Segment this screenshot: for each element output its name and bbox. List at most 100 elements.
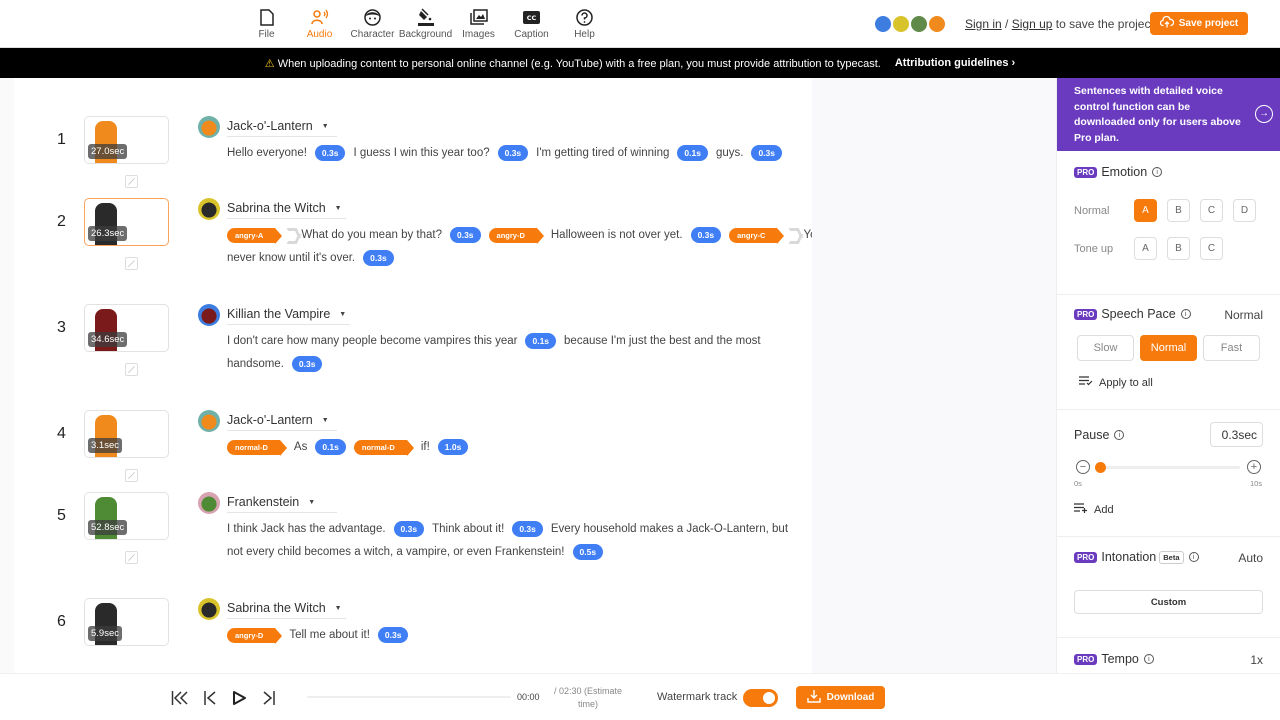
sign-up-link[interactable]: Sign up xyxy=(1012,17,1053,31)
save-project-button[interactable]: Save project xyxy=(1150,12,1248,35)
sentence-text[interactable]: I think Jack has the advantage. xyxy=(227,523,386,535)
pause-chip[interactable]: 0.5s xyxy=(572,544,604,560)
sentence-text[interactable]: Hello everyone! xyxy=(227,147,307,159)
nav-help[interactable]: Help xyxy=(558,0,611,48)
play-button[interactable] xyxy=(229,688,249,708)
pause-chip[interactable]: 0.3s xyxy=(393,521,425,537)
script-line[interactable]: angry-D Tell me about it! 0.3s xyxy=(227,627,416,644)
info-icon[interactable]: i xyxy=(1180,309,1191,319)
skip-to-start-button[interactable] xyxy=(170,688,190,708)
emotion-tag[interactable]: angry-C xyxy=(729,227,785,244)
emotion-option-toneup-c[interactable]: C xyxy=(1200,237,1223,260)
scene-checkbox[interactable] xyxy=(125,551,138,564)
pause-chip[interactable]: 1.0s xyxy=(437,439,469,455)
emotion-option-normal-b[interactable]: B xyxy=(1167,199,1190,222)
emotion-option-normal-c[interactable]: C xyxy=(1200,199,1223,222)
emotion-option-toneup-a[interactable]: A xyxy=(1134,237,1157,260)
pause-chip[interactable]: 0.1s xyxy=(525,333,557,349)
pause-chip[interactable]: 0.1s xyxy=(315,439,346,455)
sentence-text[interactable]: guys. xyxy=(716,147,744,159)
info-icon[interactable]: i xyxy=(1114,430,1125,440)
info-icon[interactable]: i xyxy=(1152,167,1163,177)
speaker-name[interactable]: Jack-o'-Lantern ▼ xyxy=(227,117,337,137)
pause-chip[interactable]: 0.3s xyxy=(291,356,323,372)
scene-thumbnail[interactable]: 3.1sec xyxy=(84,410,169,458)
pause-slider-handle[interactable] xyxy=(1095,462,1107,473)
sentence-text[interactable]: As xyxy=(294,441,307,453)
speaker-selector[interactable]: Sabrina the Witch ▼ xyxy=(198,198,346,220)
sentence-text[interactable]: You xyxy=(803,229,812,241)
scene-thumbnail[interactable]: 52.8sec xyxy=(84,492,169,540)
script-line[interactable]: normal-D As 0.1s normal-D if! 1.0s xyxy=(227,439,476,456)
sentence-text[interactable]: never know until it's over. xyxy=(227,252,355,264)
pace-slow-button[interactable]: Slow xyxy=(1077,335,1134,361)
script-line[interactable]: Hello everyone! 0.3s I guess I win this ye… xyxy=(227,145,790,161)
pause-chip[interactable]: 0.3s xyxy=(363,250,394,266)
scene-checkbox[interactable] xyxy=(125,363,138,376)
watermark-toggle[interactable] xyxy=(743,689,778,707)
scene-checkbox[interactable] xyxy=(125,469,138,482)
sentence-text[interactable]: if! xyxy=(421,441,430,453)
scene-checkbox[interactable] xyxy=(125,257,138,270)
emotion-option-normal-a[interactable]: A xyxy=(1134,199,1157,222)
speaker-name[interactable]: Jack-o'-Lantern ▼ xyxy=(227,411,337,431)
pause-chip[interactable]: 0.1s xyxy=(677,145,708,161)
emotion-option-normal-d[interactable]: D xyxy=(1233,199,1256,222)
info-icon[interactable]: i xyxy=(1188,552,1199,562)
sentence-text[interactable]: What do you mean by that? xyxy=(301,229,442,241)
playback-progress[interactable] xyxy=(307,696,511,698)
sentence-text[interactable]: handsome. xyxy=(227,358,284,370)
sentence-text[interactable]: Halloween is not over yet. xyxy=(551,229,683,241)
script-line[interactable]: never know until it's over. 0.3s xyxy=(227,250,402,266)
pause-chip[interactable]: 0.3s xyxy=(377,627,409,643)
pause-chip[interactable]: 0.3s xyxy=(751,145,782,161)
scene-thumbnail[interactable]: 34.6sec xyxy=(84,304,169,352)
speaker-selector[interactable]: Killian the Vampire ▼ xyxy=(198,304,351,326)
speaker-name[interactable]: Sabrina the Witch ▼ xyxy=(227,199,346,219)
script-line[interactable]: I don't care how many people become vamp… xyxy=(227,333,769,349)
speaker-name[interactable]: Killian the Vampire ▼ xyxy=(227,305,351,325)
nav-audio[interactable]: Audio xyxy=(293,0,346,48)
pause-chip[interactable]: 0.3s xyxy=(449,227,481,243)
apply-to-all-button[interactable]: Apply to all xyxy=(1079,376,1153,389)
previous-button[interactable] xyxy=(200,688,220,708)
scene-thumbnail[interactable]: 26.3sec xyxy=(84,198,169,246)
sentence-text[interactable]: I'm getting tired of winning xyxy=(536,147,669,159)
pace-fast-button[interactable]: Fast xyxy=(1203,335,1260,361)
info-icon[interactable]: i xyxy=(1143,654,1154,664)
minus-circle-icon[interactable]: − xyxy=(1076,460,1090,474)
speaker-selector[interactable]: Sabrina the Witch ▼ xyxy=(198,598,346,620)
sentence-text[interactable]: because I'm just the best and the most xyxy=(564,335,761,347)
pro-plan-notice[interactable]: Sentences with detailed voice control fu… xyxy=(1057,78,1280,151)
nav-images[interactable]: Images xyxy=(452,0,505,48)
nav-background[interactable]: Background xyxy=(399,0,452,48)
emotion-tag[interactable]: normal-D xyxy=(353,439,414,456)
plus-circle-icon[interactable]: + xyxy=(1247,460,1261,474)
script-line[interactable]: handsome. 0.3s xyxy=(227,356,330,372)
next-button[interactable] xyxy=(259,688,279,708)
speaker-selector[interactable]: Frankenstein ▼ xyxy=(198,492,337,514)
pause-value-input[interactable]: 0.3sec xyxy=(1210,422,1263,447)
add-pause-button[interactable]: Add xyxy=(1074,503,1114,516)
script-line[interactable]: not every child becomes a witch, a vampi… xyxy=(227,544,611,560)
sentence-text[interactable]: not every child becomes a witch, a vampi… xyxy=(227,546,565,558)
pause-chip[interactable]: 0.3s xyxy=(512,521,543,537)
speaker-name[interactable]: Frankenstein ▼ xyxy=(227,493,337,513)
speaker-name[interactable]: Sabrina the Witch ▼ xyxy=(227,599,346,619)
sentence-text[interactable]: Every household makes a Jack-O-Lantern, … xyxy=(551,523,788,535)
attribution-guidelines-link[interactable]: Attribution guidelines › xyxy=(895,57,1015,69)
nav-caption[interactable]: CC Caption xyxy=(505,0,558,48)
scene-checkbox[interactable] xyxy=(125,175,138,188)
speaker-selector[interactable]: Jack-o'-Lantern ▼ xyxy=(198,410,337,432)
script-line[interactable]: I think Jack has the advantage. 0.3s Think… xyxy=(227,521,796,537)
intonation-custom-button[interactable]: Custom xyxy=(1074,590,1263,614)
sentence-text[interactable]: I don't care how many people become vamp… xyxy=(227,335,517,347)
emotion-tag[interactable]: angry-D xyxy=(227,627,283,644)
emotion-tag[interactable]: normal-D xyxy=(227,439,287,456)
sentence-text[interactable]: Think about it! xyxy=(432,523,504,535)
nav-file[interactable]: File xyxy=(240,0,293,48)
pause-slider[interactable] xyxy=(1095,462,1240,473)
pace-normal-button[interactable]: Normal xyxy=(1140,335,1197,361)
speaker-selector[interactable]: Jack-o'-Lantern ▼ xyxy=(198,116,337,138)
pause-chip[interactable]: 0.3s xyxy=(497,145,529,161)
